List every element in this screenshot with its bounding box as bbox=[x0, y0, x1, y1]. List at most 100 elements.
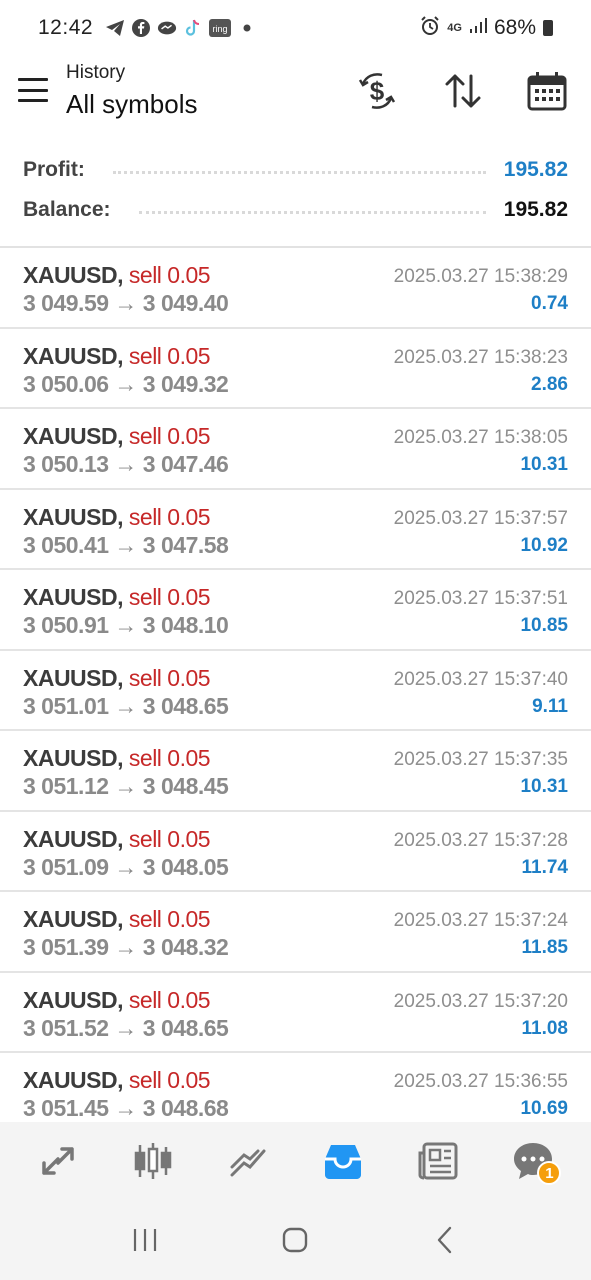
balance-row: Balance: 195.82 bbox=[23, 190, 568, 230]
deal-type: sell 0.05 bbox=[128, 423, 211, 449]
deal-symbol: XAUUSD, bbox=[23, 503, 124, 530]
page-title[interactable]: All symbols bbox=[66, 89, 197, 120]
deal-row[interactable]: XAUUSD, sell 0.05 3 049.59 → 3 049.40 2025… bbox=[0, 248, 591, 329]
back-icon bbox=[437, 1226, 452, 1254]
deal-time: 2025.03.27 15:38:29 bbox=[393, 266, 568, 287]
deal-time: 2025.03.27 15:37:51 bbox=[393, 588, 568, 609]
deal-prices: 3 050.13 → 3 047.46 bbox=[23, 451, 229, 477]
calendar-icon bbox=[527, 72, 567, 111]
menu-button[interactable] bbox=[18, 78, 48, 102]
deal-time: 2025.03.27 15:37:20 bbox=[393, 990, 568, 1012]
deal-symbol: XAUUSD, bbox=[23, 664, 124, 691]
deal-row[interactable]: XAUUSD, sell 0.05 3 050.13 → 3 047.46 2025… bbox=[0, 409, 591, 490]
deal-profit: 0.74 bbox=[531, 293, 568, 314]
deal-row[interactable]: XAUUSD, sell 0.05 3 051.12 → 3 048.45 2025… bbox=[0, 731, 591, 812]
deal-symbol: XAUUSD, bbox=[23, 1067, 124, 1093]
nav-history[interactable] bbox=[313, 1131, 373, 1191]
recent-apps-button[interactable] bbox=[115, 1210, 175, 1270]
deal-profit: 11.08 bbox=[521, 1017, 569, 1039]
balance-value: 195.82 bbox=[503, 198, 568, 221]
currency-exchange-icon: $ bbox=[358, 73, 396, 109]
deal-symbol-line: XAUUSD, sell 0.05 bbox=[23, 503, 211, 531]
deal-type: sell 0.05 bbox=[128, 664, 211, 691]
ring-label: ring bbox=[213, 24, 228, 34]
battery-icon bbox=[543, 20, 553, 36]
deal-symbol: XAUUSD, bbox=[23, 986, 124, 1013]
nav-chat[interactable]: 1 bbox=[503, 1131, 563, 1191]
app-header: History All symbols $ bbox=[0, 56, 591, 134]
back-button[interactable] bbox=[416, 1210, 476, 1270]
deal-symbol: XAUUSD, bbox=[23, 825, 124, 852]
deal-prices: 3 051.52 → 3 048.65 bbox=[23, 1014, 229, 1041]
notification-icons: ring bbox=[105, 18, 257, 38]
deal-row[interactable]: XAUUSD, sell 0.05 3 050.91 → 3 048.10 2025… bbox=[0, 570, 591, 651]
news-icon bbox=[418, 1142, 458, 1180]
deal-row[interactable]: XAUUSD, sell 0.05 3 051.01 → 3 048.65 2025… bbox=[0, 651, 591, 731]
deal-symbol: XAUUSD, bbox=[23, 584, 124, 610]
dot-icon bbox=[237, 18, 257, 38]
nav-trade[interactable] bbox=[218, 1131, 278, 1191]
deal-row[interactable]: XAUUSD, sell 0.05 3 050.06 → 3 049.32 2025… bbox=[0, 329, 591, 409]
dotted-leader bbox=[112, 170, 486, 174]
deal-type: sell 0.05 bbox=[128, 825, 211, 852]
deal-time: 2025.03.27 15:38:05 bbox=[393, 427, 568, 448]
tiktok-icon bbox=[183, 18, 203, 38]
deal-row[interactable]: XAUUSD, sell 0.05 3 051.09 → 3 048.05 2025… bbox=[0, 812, 591, 892]
bottom-nav: 1 bbox=[0, 1122, 591, 1200]
deal-prices: 3 049.59 → 3 049.40 bbox=[23, 290, 229, 316]
deal-prices: 3 051.01 → 3 048.65 bbox=[23, 692, 229, 719]
network-label: 4G bbox=[447, 22, 462, 34]
ring-icon: ring bbox=[209, 18, 232, 38]
deal-row[interactable]: XAUUSD, sell 0.05 3 051.52 → 3 048.65 2025… bbox=[0, 973, 591, 1053]
deal-profit: 11.85 bbox=[521, 937, 569, 958]
deal-symbol-line: XAUUSD, sell 0.05 bbox=[23, 584, 211, 611]
deal-profit: 10.31 bbox=[520, 454, 568, 475]
deal-type: sell 0.05 bbox=[128, 1067, 211, 1093]
currency-exchange-button[interactable]: $ bbox=[354, 68, 400, 114]
deals-list[interactable]: XAUUSD, sell 0.05 3 049.59 → 3 049.40 2025… bbox=[0, 248, 591, 1122]
deal-time: 2025.03.27 15:38:23 bbox=[393, 346, 568, 368]
deal-time: 2025.03.27 15:37:28 bbox=[393, 829, 568, 851]
summary-panel: Profit: 195.82 Balance: 195.82 bbox=[0, 150, 591, 246]
facebook-icon bbox=[131, 18, 151, 38]
profit-value: 195.82 bbox=[503, 158, 568, 181]
deal-profit: 10.85 bbox=[520, 615, 568, 636]
sort-icon bbox=[445, 74, 481, 108]
deal-time: 2025.03.27 15:37:35 bbox=[393, 749, 568, 770]
nav-news[interactable] bbox=[408, 1131, 468, 1191]
system-nav bbox=[0, 1200, 591, 1280]
home-button[interactable] bbox=[265, 1210, 325, 1270]
deal-row[interactable]: XAUUSD, sell 0.05 3 050.41 → 3 047.58 2025… bbox=[0, 490, 591, 570]
deal-time: 2025.03.27 15:37:57 bbox=[393, 507, 568, 529]
sort-button[interactable] bbox=[440, 68, 486, 114]
deal-type: sell 0.05 bbox=[128, 906, 211, 932]
status-bar: 12:42 ring 4G 68% bbox=[0, 0, 591, 56]
deal-prices: 3 051.39 → 3 048.32 bbox=[23, 934, 229, 960]
trade-icon bbox=[230, 1149, 266, 1177]
deal-row[interactable]: XAUUSD, sell 0.05 3 051.39 → 3 048.32 2025… bbox=[0, 892, 591, 973]
deal-symbol: XAUUSD, bbox=[23, 423, 124, 449]
calendar-button[interactable] bbox=[524, 68, 570, 114]
deal-prices: 3 051.12 → 3 048.45 bbox=[23, 773, 229, 799]
deal-type: sell 0.05 bbox=[128, 262, 211, 288]
deal-profit: 10.31 bbox=[520, 776, 568, 797]
nav-chart[interactable] bbox=[123, 1131, 183, 1191]
deal-type: sell 0.05 bbox=[128, 986, 211, 1013]
chat-badge: 1 bbox=[537, 1161, 562, 1185]
deal-time: 2025.03.27 15:37:40 bbox=[393, 668, 568, 690]
nav-quotes[interactable] bbox=[28, 1131, 88, 1191]
deal-profit: 10.92 bbox=[520, 534, 568, 556]
deal-row[interactable]: XAUUSD, sell 0.05 3 051.45 → 3 048.68 2025… bbox=[0, 1053, 591, 1122]
deal-symbol-line: XAUUSD, sell 0.05 bbox=[23, 745, 211, 772]
deal-profit: 11.74 bbox=[521, 856, 569, 878]
deal-type: sell 0.05 bbox=[128, 584, 211, 610]
deal-symbol-line: XAUUSD, sell 0.05 bbox=[23, 423, 211, 450]
svg-text:$: $ bbox=[370, 76, 385, 106]
status-time: 12:42 bbox=[38, 16, 94, 39]
deal-profit: 9.11 bbox=[532, 695, 568, 717]
dotted-leader bbox=[138, 210, 486, 214]
deal-symbol-line: XAUUSD, sell 0.05 bbox=[23, 1067, 211, 1094]
deal-symbol: XAUUSD, bbox=[23, 906, 124, 932]
page-subtitle: History bbox=[66, 62, 126, 83]
deal-type: sell 0.05 bbox=[128, 745, 211, 771]
